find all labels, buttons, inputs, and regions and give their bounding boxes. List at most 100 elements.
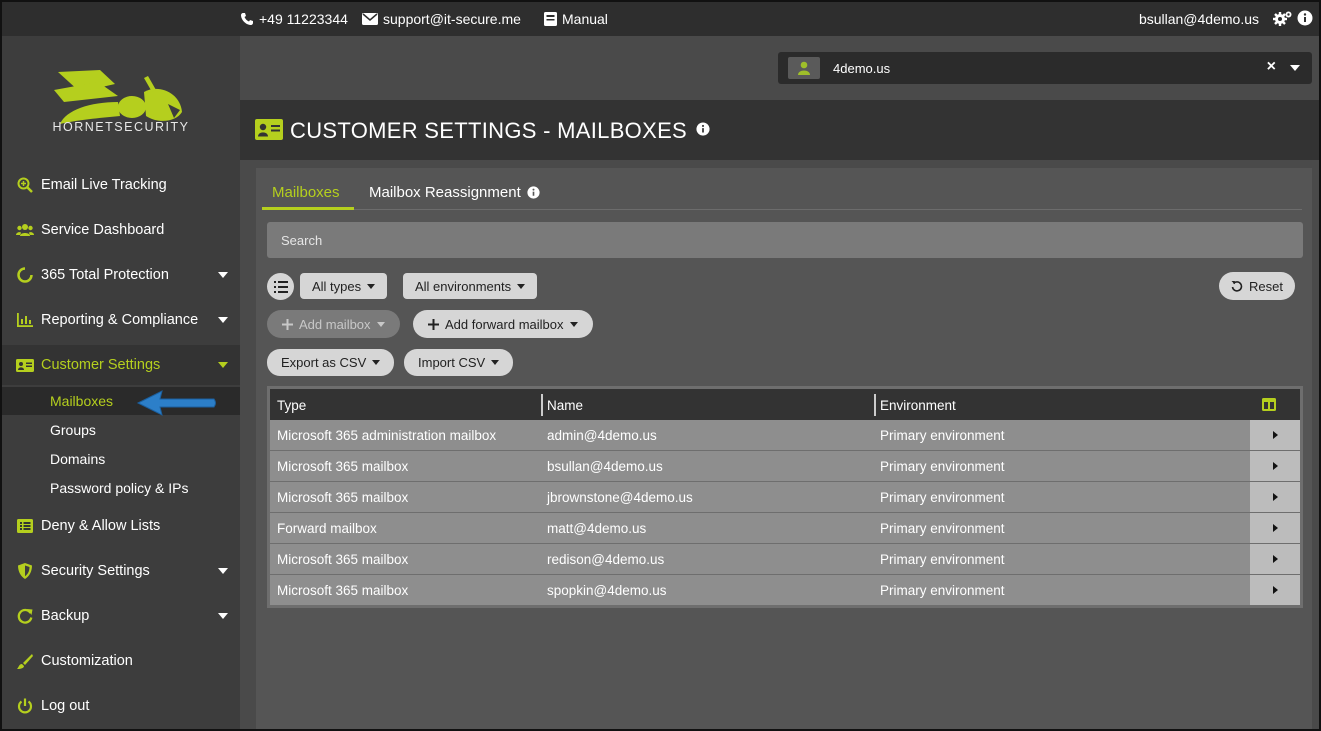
user-email[interactable]: bsullan@4demo.us	[1139, 11, 1259, 27]
add-mailbox-button[interactable]: Add mailbox	[267, 310, 400, 338]
content-panel: Mailboxes Mailbox Reassignment All types…	[256, 168, 1312, 729]
chevron-right-icon	[1272, 462, 1278, 470]
table-row[interactable]: Microsoft 365 mailbox bsullan@4demo.us P…	[267, 451, 1303, 482]
row-action-button[interactable]	[1250, 420, 1300, 450]
brand-name: HORNETSECURITY	[52, 120, 190, 134]
row-action-button[interactable]	[1250, 513, 1300, 543]
column-settings-icon[interactable]	[1262, 398, 1276, 411]
email-contact[interactable]: support@it-secure.me	[362, 11, 521, 27]
chevron-right-icon	[1272, 586, 1278, 594]
type-filter-label: All types	[312, 278, 362, 294]
sidebar-subitem-groups[interactable]: Groups	[2, 416, 240, 444]
sidebar-item-service-dashboard[interactable]: Service Dashboard	[2, 215, 240, 245]
search-icon	[16, 176, 34, 194]
sidebar-subitem-label: Domains	[50, 451, 106, 467]
sidebar-item-label: 365 Total Protection	[41, 267, 169, 283]
table-row[interactable]: Microsoft 365 mailbox spopkin@4demo.us P…	[267, 575, 1303, 608]
sidebar-item-label: Email Live Tracking	[41, 177, 167, 193]
plus-icon	[282, 318, 293, 330]
power-icon	[16, 697, 34, 715]
column-header-type[interactable]: Type	[277, 398, 306, 413]
column-header-environment[interactable]: Environment	[880, 398, 956, 413]
cell-environment: Primary environment	[880, 490, 1005, 505]
plus-icon	[428, 318, 439, 330]
cell-type: Microsoft 365 mailbox	[277, 583, 409, 598]
mailboxes-table: Type Name Environment Microsoft 365 admi…	[267, 386, 1303, 608]
page-title: CUSTOMER SETTINGS - MAILBOXES	[290, 118, 688, 143]
row-action-button[interactable]	[1250, 482, 1300, 512]
tab-mailboxes[interactable]: Mailboxes	[272, 184, 340, 201]
cell-environment: Primary environment	[880, 583, 1005, 598]
table-row[interactable]: Microsoft 365 mailbox redison@4demo.us P…	[267, 544, 1303, 575]
phone-icon	[241, 13, 253, 25]
info-icon[interactable]	[527, 186, 540, 199]
sidebar-item-deny-allow-lists[interactable]: Deny & Allow Lists	[2, 511, 240, 541]
sidebar-item-label: Log out	[41, 698, 90, 714]
cell-name: matt@4demo.us	[547, 521, 647, 536]
chevron-down-icon	[569, 321, 578, 327]
clear-customer-icon[interactable]: ×	[1267, 58, 1276, 76]
customer-selector[interactable]: 4demo.us ×	[778, 52, 1312, 84]
sidebar-item-security-settings[interactable]: Security Settings	[2, 556, 240, 586]
list-icon	[16, 517, 34, 535]
chevron-down-icon	[218, 272, 228, 278]
top-bar: +49 11223344 support@it-secure.me Manual…	[2, 2, 1319, 36]
sidebar-item-label: Customer Settings	[41, 357, 161, 373]
table-row[interactable]: Forward mailbox matt@4demo.us Primary en…	[267, 513, 1303, 544]
customer-avatar	[788, 57, 820, 79]
column-header-name[interactable]: Name	[547, 398, 583, 413]
sidebar-item-email-live-tracking[interactable]: Email Live Tracking	[2, 170, 240, 200]
cell-environment: Primary environment	[880, 428, 1005, 443]
search-input[interactable]	[267, 222, 1303, 258]
chevron-down-icon	[218, 568, 228, 574]
sidebar-item-reporting-compliance[interactable]: Reporting & Compliance	[2, 305, 240, 335]
sidebar-item-customization[interactable]: Customization	[2, 646, 240, 676]
sidebar-item-365-total-protection[interactable]: 365 Total Protection	[2, 260, 240, 290]
chevron-down-icon	[517, 283, 526, 289]
list-view-button[interactable]	[267, 273, 294, 300]
type-filter-dropdown[interactable]: All types	[300, 273, 388, 299]
sidebar-item-backup[interactable]: Backup	[2, 601, 240, 631]
chevron-down-icon[interactable]	[1290, 65, 1300, 71]
column-divider[interactable]	[541, 394, 543, 416]
table-row[interactable]: Microsoft 365 mailbox jbrownstone@4demo.…	[267, 482, 1303, 513]
sidebar-item-label: Customization	[41, 653, 133, 669]
undo-icon	[1231, 281, 1243, 292]
chevron-right-icon	[1272, 493, 1278, 501]
info-icon[interactable]	[1297, 10, 1313, 26]
phone-number: +49 11223344	[259, 11, 348, 27]
cell-type: Microsoft 365 mailbox	[277, 552, 409, 567]
manual-link[interactable]: Manual	[544, 11, 608, 27]
column-divider[interactable]	[874, 394, 876, 416]
page-header: CUSTOMER SETTINGS - MAILBOXES	[240, 100, 1319, 160]
phone-contact[interactable]: +49 11223344	[240, 11, 348, 27]
tab-mailbox-reassignment[interactable]: Mailbox Reassignment	[369, 184, 540, 201]
active-tab-indicator	[262, 207, 354, 210]
sidebar-item-label: Deny & Allow Lists	[41, 518, 161, 534]
sidebar-item-log-out[interactable]: Log out	[2, 691, 240, 721]
add-forward-mailbox-button[interactable]: Add forward mailbox	[413, 310, 593, 338]
table-header: Type Name Environment	[267, 386, 1303, 420]
cell-environment: Primary environment	[880, 459, 1005, 474]
sidebar-item-customer-settings[interactable]: Customer Settings	[2, 345, 240, 385]
shield-icon	[16, 562, 34, 580]
cell-name: spopkin@4demo.us	[547, 583, 667, 598]
sidebar-subitem-label: Password policy & IPs	[50, 480, 189, 496]
import-csv-button[interactable]: Import CSV	[404, 349, 514, 376]
reset-button[interactable]: Reset	[1219, 272, 1295, 300]
add-forward-label: Add forward mailbox	[445, 316, 564, 332]
gears-icon[interactable]	[1273, 10, 1293, 26]
row-action-button[interactable]	[1250, 544, 1300, 574]
sidebar-subitem-domains[interactable]: Domains	[2, 445, 240, 473]
info-icon[interactable]	[696, 122, 710, 136]
app-window: +49 11223344 support@it-secure.me Manual…	[2, 2, 1319, 729]
sidebar-subitem-password-policy[interactable]: Password policy & IPs	[2, 474, 240, 502]
envelope-icon	[362, 13, 378, 25]
refresh-icon	[16, 607, 34, 625]
row-action-button[interactable]	[1250, 575, 1300, 605]
environment-filter-dropdown[interactable]: All environments	[403, 273, 538, 299]
row-action-button[interactable]	[1250, 451, 1300, 481]
cell-name: jbrownstone@4demo.us	[547, 490, 693, 505]
export-csv-button[interactable]: Export as CSV	[267, 349, 395, 376]
table-row[interactable]: Microsoft 365 administration mailbox adm…	[267, 420, 1303, 451]
